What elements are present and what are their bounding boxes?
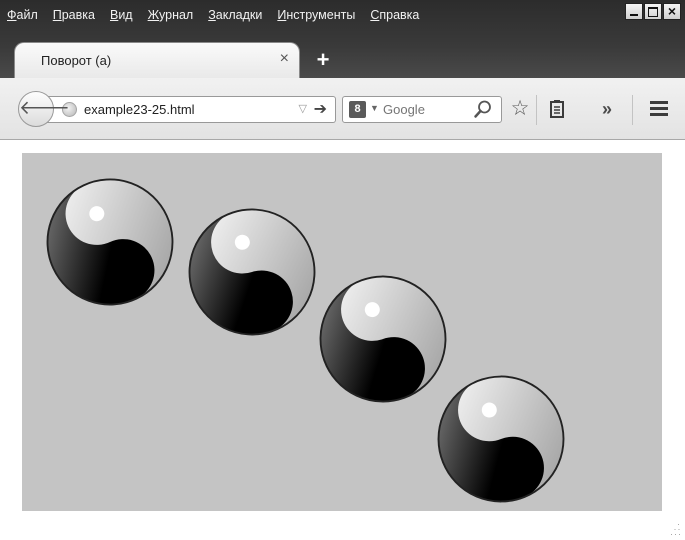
url-bar[interactable]: example23-25.html ▽ ➔ xyxy=(40,96,336,123)
menu-bookmarks[interactable]: Закладки xyxy=(207,6,263,24)
search-engine-icon[interactable]: 8 xyxy=(349,101,366,118)
bookmark-star-icon[interactable]: ☆ xyxy=(509,98,531,120)
maximize-button[interactable] xyxy=(644,3,662,20)
tab-active[interactable]: Поворот (a) × xyxy=(14,42,300,78)
overflow-chevron-icon[interactable]: » xyxy=(596,98,618,120)
back-button[interactable]: 🡐 xyxy=(18,91,70,127)
toolbar-separator xyxy=(632,95,633,125)
back-arrow-icon: 🡐 xyxy=(19,98,70,119)
page-content: · ·· ··· xyxy=(0,141,685,540)
yin-yang-symbol xyxy=(46,178,174,306)
menu-help[interactable]: Справка xyxy=(369,6,420,24)
url-text: example23-25.html xyxy=(84,102,195,117)
tab-title: Поворот (a) xyxy=(41,53,112,68)
navigation-toolbar: example23-25.html ▽ ➔ 🡐 8 ▼ ☆ » xyxy=(0,78,685,140)
toolbar-separator xyxy=(536,95,537,125)
menu-file[interactable]: Файл xyxy=(6,6,39,24)
menu-history[interactable]: Журнал xyxy=(147,6,195,24)
minimize-button[interactable] xyxy=(625,3,643,20)
canvas-area xyxy=(22,153,662,511)
yin-yang-symbol xyxy=(319,275,447,403)
url-history-dropdown-icon[interactable]: ▽ xyxy=(299,102,307,115)
menu-bar: Файл Правка Вид Журнал Закладки Инструме… xyxy=(6,2,433,28)
menu-hamburger-icon[interactable] xyxy=(648,98,670,120)
go-arrow-icon[interactable]: ➔ xyxy=(314,99,327,119)
search-icon[interactable] xyxy=(473,99,493,119)
menu-edit[interactable]: Правка xyxy=(52,6,96,24)
yin-yang-symbol xyxy=(188,208,316,336)
yin-yang-symbol xyxy=(437,375,565,503)
search-engine-dropdown-icon[interactable]: ▼ xyxy=(370,103,379,113)
window-controls: × xyxy=(624,3,681,20)
title-bar: Файл Правка Вид Журнал Закладки Инструме… xyxy=(0,0,685,78)
resize-grip-icon[interactable]: · ·· ··· xyxy=(670,520,682,539)
menu-view[interactable]: Вид xyxy=(109,6,134,24)
tab-close-icon[interactable]: × xyxy=(280,50,289,68)
reading-list-icon[interactable] xyxy=(546,98,568,120)
browser-window: Файл Правка Вид Журнал Закладки Инструме… xyxy=(0,0,685,540)
search-bar[interactable]: 8 ▼ xyxy=(342,96,502,123)
new-tab-button[interactable]: + xyxy=(312,49,334,72)
search-input[interactable] xyxy=(383,98,463,121)
close-window-button[interactable]: × xyxy=(663,3,681,20)
menu-tools[interactable]: Инструменты xyxy=(276,6,356,24)
